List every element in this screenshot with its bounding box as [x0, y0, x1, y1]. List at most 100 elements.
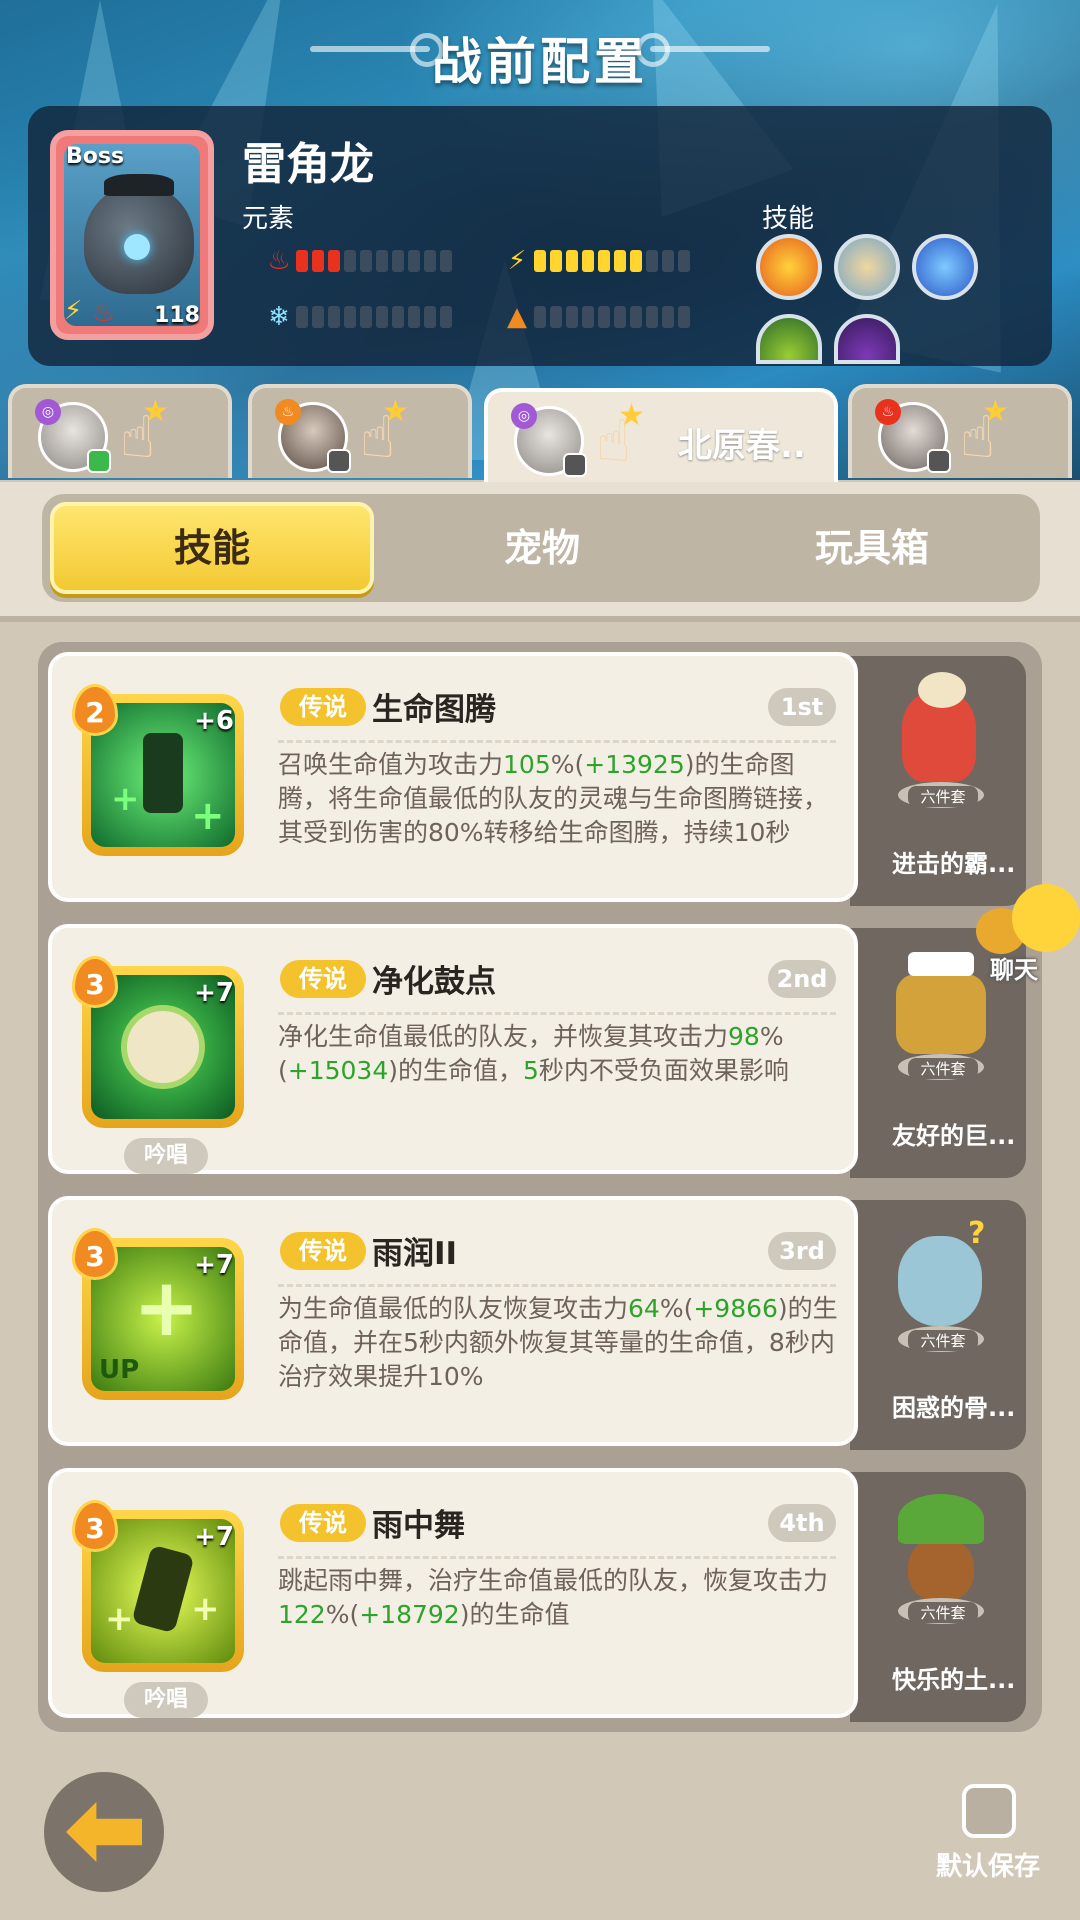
hero-tab-4[interactable]: ♨ ☝ ★	[848, 384, 1072, 478]
pet-set-label: 六件套	[908, 1602, 978, 1623]
skill-rank-badge: 3	[72, 1228, 118, 1280]
boss-portrait-art	[64, 144, 200, 326]
fire-icon: ♨	[92, 298, 116, 328]
up-label: UP	[99, 1355, 140, 1385]
skill-name: 净化鼓点	[372, 964, 496, 1000]
hero-tab-3[interactable]: ◎ ☝ ★ 北原春..	[484, 388, 838, 488]
element-label: 元素	[242, 204, 295, 234]
skill-name: 雨中舞	[372, 1508, 465, 1544]
description-value: +13925	[584, 750, 685, 779]
boss-skill-icon-5[interactable]	[834, 314, 900, 364]
skill-description: 净化生命值最低的队友，并恢复其攻击力98%(+15034)的生命值，5秒内不受负…	[278, 1020, 843, 1088]
hero-tab-1[interactable]: ◎ ☝ ★	[8, 384, 232, 478]
pet-slot-1[interactable]: 六件套 进击的霸...	[850, 656, 1026, 906]
page-title: 战前配置	[432, 33, 648, 91]
star-icon: ★	[382, 394, 409, 429]
pet-name: 困惑的骨...	[892, 1394, 1016, 1422]
description-value: 5	[523, 1056, 539, 1085]
hero-tab-2[interactable]: ♨ ☝ ★	[248, 384, 472, 478]
boss-skill-icon-4[interactable]	[756, 314, 822, 364]
boss-level: 118	[154, 303, 200, 328]
skill-icon-frame: + + 3 +7	[72, 1500, 244, 1672]
description-text: %(	[550, 750, 585, 779]
default-save-checkbox[interactable]	[962, 1784, 1016, 1838]
back-arrow-icon	[66, 1802, 142, 1862]
tab-skills[interactable]: 技能	[50, 502, 374, 594]
fire-element-bar: ♨	[266, 246, 452, 276]
divider	[278, 740, 836, 743]
divider	[278, 1284, 836, 1287]
skill-plus-level: +7	[194, 978, 234, 1008]
pet-set-label: 六件套	[908, 1330, 978, 1351]
element-badge-icon: ♨	[875, 399, 901, 425]
description-value: 64	[628, 1294, 660, 1323]
lightning-element-bar: ⚡	[504, 246, 690, 276]
tab-toybox[interactable]: 玩具箱	[710, 502, 1034, 594]
rarity-badge: 传说	[280, 1232, 366, 1270]
skill-description: 跳起雨中舞，治疗生命值最低的队友，恢复攻击力 122%(+18792)的生命值	[278, 1564, 843, 1632]
skill-card-4[interactable]: + + 3 +7 吟唱 传说 雨中舞 4th 跳起雨中舞，治疗生命值最低的队友，…	[48, 1468, 858, 1718]
element-badge-icon: ♨	[275, 399, 301, 425]
description-text: )的生命值，	[388, 1056, 524, 1085]
skill-label: 技能	[762, 204, 815, 234]
skill-rank-badge: 2	[72, 684, 118, 736]
description-text: 净化生命值最低的队友，并恢复其攻击力	[278, 1022, 729, 1051]
description-value: 98	[728, 1022, 760, 1051]
description-text: 跳起雨中舞，治疗生命值最低的队友，恢复攻击力	[278, 1566, 829, 1595]
boss-portrait[interactable]: Boss ⚡ ♨ 118	[50, 130, 214, 340]
description-value: +18792	[359, 1600, 460, 1629]
pet-name: 快乐的土...	[892, 1666, 1016, 1694]
skill-card-2[interactable]: 3 +7 吟唱 传说 净化鼓点 2nd 净化生命值最低的队友，并恢复其攻击力98…	[48, 924, 858, 1174]
pet-slot-3[interactable]: ? 六件套 困惑的骨...	[850, 1200, 1026, 1450]
divider	[278, 1012, 836, 1015]
boss-tag: Boss	[66, 144, 125, 169]
description-text: )的生命值	[459, 1600, 570, 1629]
pet-name: 友好的巨...	[892, 1122, 1016, 1150]
skill-order: 3rd	[768, 1232, 836, 1270]
skill-order: 2nd	[768, 960, 836, 998]
chat-button[interactable]: 聊天	[972, 884, 1080, 984]
rarity-badge: 传说	[280, 1504, 366, 1542]
element-badge-icon: ◎	[35, 399, 61, 425]
pet-slot-4[interactable]: 六件套 快乐的土...	[850, 1472, 1026, 1722]
lightning-icon: ⚡	[64, 296, 83, 326]
star-icon: ★	[982, 394, 1009, 429]
description-value: +15034	[287, 1056, 389, 1085]
pet-name: 进击的霸...	[892, 850, 1016, 878]
boss-skill-icon-1[interactable]	[756, 234, 822, 300]
snowflake-icon: ❄	[268, 302, 290, 332]
pet-mini-icon	[87, 449, 111, 473]
tab-pets[interactable]: 宠物	[382, 502, 702, 594]
fire-icon: ♨	[267, 246, 291, 276]
skill-card-3[interactable]: + UP 3 +7 传说 雨润II 3rd 为生命值最低的队友恢复攻击力64%(…	[48, 1196, 858, 1446]
pet-set-label: 六件套	[908, 786, 978, 807]
description-text: 召唤生命值为攻击力	[278, 750, 504, 779]
description-value: +9866	[693, 1294, 778, 1323]
pet-image: 六件套	[888, 1488, 988, 1624]
description-text: 秒内不受负面效果影响	[538, 1056, 789, 1085]
skill-name: 雨润II	[372, 1236, 458, 1272]
star-icon: ★	[142, 394, 169, 429]
lightning-icon: ⚡	[507, 246, 527, 276]
boss-skill-icon-2[interactable]	[834, 234, 900, 300]
skill-plus-level: +7	[194, 1250, 234, 1280]
skill-card-1[interactable]: + + 2 +6 传说 生命图腾 1st 召唤生命值为攻击力105%(+1392…	[48, 652, 858, 902]
description-value: 122	[278, 1600, 326, 1629]
smiley-icon	[1012, 884, 1080, 952]
description-value: 105	[503, 750, 551, 779]
boss-skill-icon-3[interactable]	[912, 234, 978, 300]
description-text: 为生命值最低的队友恢复攻击力	[278, 1294, 629, 1323]
star-icon: ★	[618, 398, 645, 433]
skill-order: 1st	[768, 688, 836, 726]
skill-order: 4th	[768, 1504, 836, 1542]
chat-label: 聊天	[990, 956, 1038, 984]
boss-name: 雷角龙	[242, 139, 374, 190]
pet-mini-icon	[563, 453, 587, 477]
back-button[interactable]	[44, 1772, 164, 1892]
hero-avatar: ◎	[511, 403, 587, 477]
boss-info-panel: Boss ⚡ ♨ 118 雷角龙 元素 技能 ♨ ⚡ ❄ ▲	[28, 106, 1052, 366]
skill-icon-frame: + UP 3 +7	[72, 1228, 244, 1400]
pet-image: ? 六件套	[888, 1216, 988, 1352]
mountain-icon: ▲	[507, 302, 527, 332]
hero-avatar: ♨	[275, 399, 351, 473]
